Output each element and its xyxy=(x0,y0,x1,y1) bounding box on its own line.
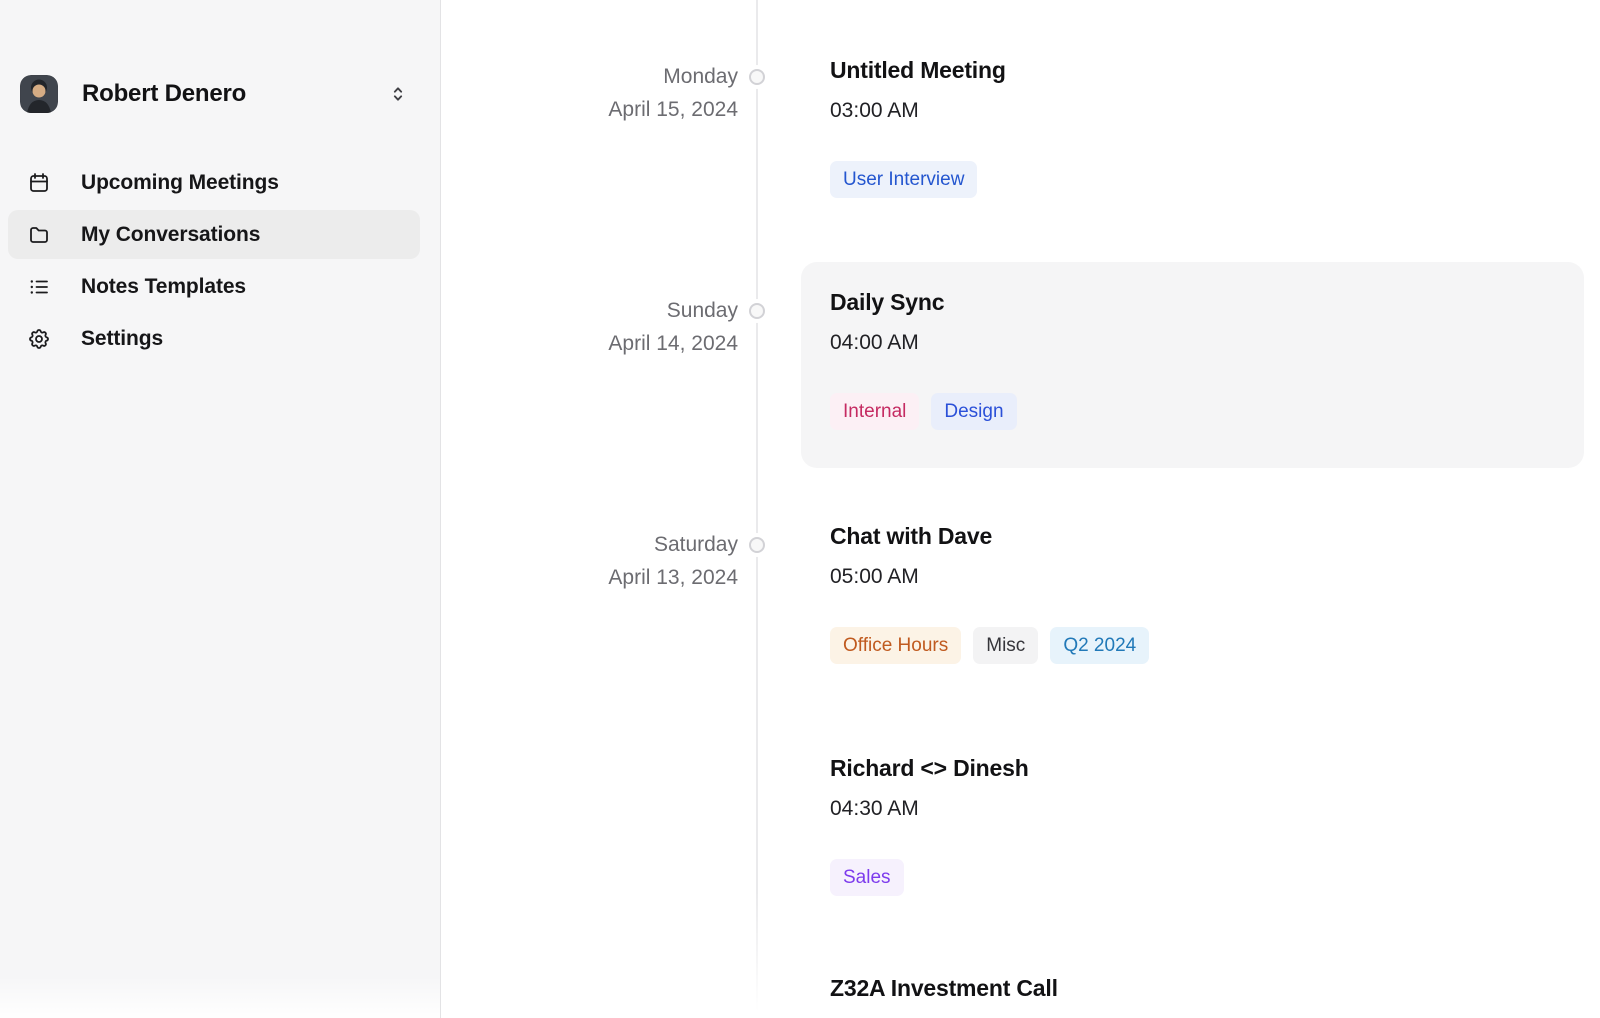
sidebar-item-upcoming-meetings[interactable]: Upcoming Meetings xyxy=(8,158,420,207)
calendar-icon xyxy=(27,171,51,195)
weekday-label: Monday xyxy=(442,60,738,93)
meeting-entry[interactable]: Z32A Investment Call xyxy=(830,973,1584,1003)
date-group: Sunday April 14, 2024 xyxy=(442,294,738,360)
chevron-up-down-icon[interactable] xyxy=(378,74,418,114)
sidebar-nav: Upcoming Meetings My Conversations Notes… xyxy=(8,158,420,366)
timeline-dot xyxy=(749,537,765,553)
gear-icon xyxy=(27,327,51,351)
meeting-tags: Internal Design xyxy=(830,393,1584,430)
meeting-title: Daily Sync xyxy=(830,287,1584,317)
date-label: April 14, 2024 xyxy=(442,327,738,360)
folder-icon xyxy=(27,223,51,247)
meeting-time: 05:00 AM xyxy=(830,564,1584,590)
meeting-title: Untitled Meeting xyxy=(830,55,1584,85)
meeting-time: 04:30 AM xyxy=(830,796,1584,822)
tag-sales[interactable]: Sales xyxy=(830,859,904,896)
meeting-entry[interactable]: Richard <> Dinesh 04:30 AM Sales xyxy=(830,753,1584,896)
date-group: Monday April 15, 2024 xyxy=(442,60,738,126)
date-group: Saturday April 13, 2024 xyxy=(442,528,738,594)
meeting-title: Chat with Dave xyxy=(830,521,1584,551)
sidebar-item-label: Upcoming Meetings xyxy=(81,171,279,195)
weekday-label: Sunday xyxy=(442,294,738,327)
profile-switcher[interactable]: Robert Denero xyxy=(20,74,426,114)
date-label: April 15, 2024 xyxy=(442,93,738,126)
meeting-tags: Office Hours Misc Q2 2024 xyxy=(830,627,1584,664)
meeting-entry[interactable]: Daily Sync 04:00 AM Internal Design xyxy=(830,287,1584,430)
list-icon xyxy=(27,275,51,299)
sidebar-item-label: My Conversations xyxy=(81,223,260,247)
date-label: April 13, 2024 xyxy=(442,561,738,594)
avatar xyxy=(20,75,58,113)
tag-q2-2024[interactable]: Q2 2024 xyxy=(1050,627,1149,664)
timeline-dot xyxy=(749,69,765,85)
tag-office-hours[interactable]: Office Hours xyxy=(830,627,961,664)
sidebar-item-label: Settings xyxy=(81,327,163,351)
profile-name: Robert Denero xyxy=(82,80,246,108)
timeline-dot xyxy=(749,303,765,319)
meeting-entry[interactable]: Untitled Meeting 03:00 AM User Interview xyxy=(830,55,1584,198)
conversations-timeline: Monday April 15, 2024 Sunday April 14, 2… xyxy=(442,0,1600,1018)
sidebar-item-notes-templates[interactable]: Notes Templates xyxy=(8,262,420,311)
tag-user-interview[interactable]: User Interview xyxy=(830,161,977,198)
sidebar-item-settings[interactable]: Settings xyxy=(8,314,420,363)
timeline-line xyxy=(756,0,758,1012)
tag-design[interactable]: Design xyxy=(931,393,1016,430)
meeting-entry[interactable]: Chat with Dave 05:00 AM Office Hours Misc… xyxy=(830,521,1584,664)
meeting-tags: Sales xyxy=(830,859,1584,896)
meeting-time: 04:00 AM xyxy=(830,330,1584,356)
meeting-title: Z32A Investment Call xyxy=(830,973,1584,1003)
sidebar-item-label: Notes Templates xyxy=(81,275,246,299)
meeting-title: Richard <> Dinesh xyxy=(830,753,1584,783)
tag-internal[interactable]: Internal xyxy=(830,393,919,430)
tag-misc[interactable]: Misc xyxy=(973,627,1038,664)
sidebar: Robert Denero Upcoming Meetings My Conve… xyxy=(0,0,441,1018)
sidebar-item-my-conversations[interactable]: My Conversations xyxy=(8,210,420,259)
weekday-label: Saturday xyxy=(442,528,738,561)
meeting-tags: User Interview xyxy=(830,161,1584,198)
meeting-time: 03:00 AM xyxy=(830,98,1584,124)
